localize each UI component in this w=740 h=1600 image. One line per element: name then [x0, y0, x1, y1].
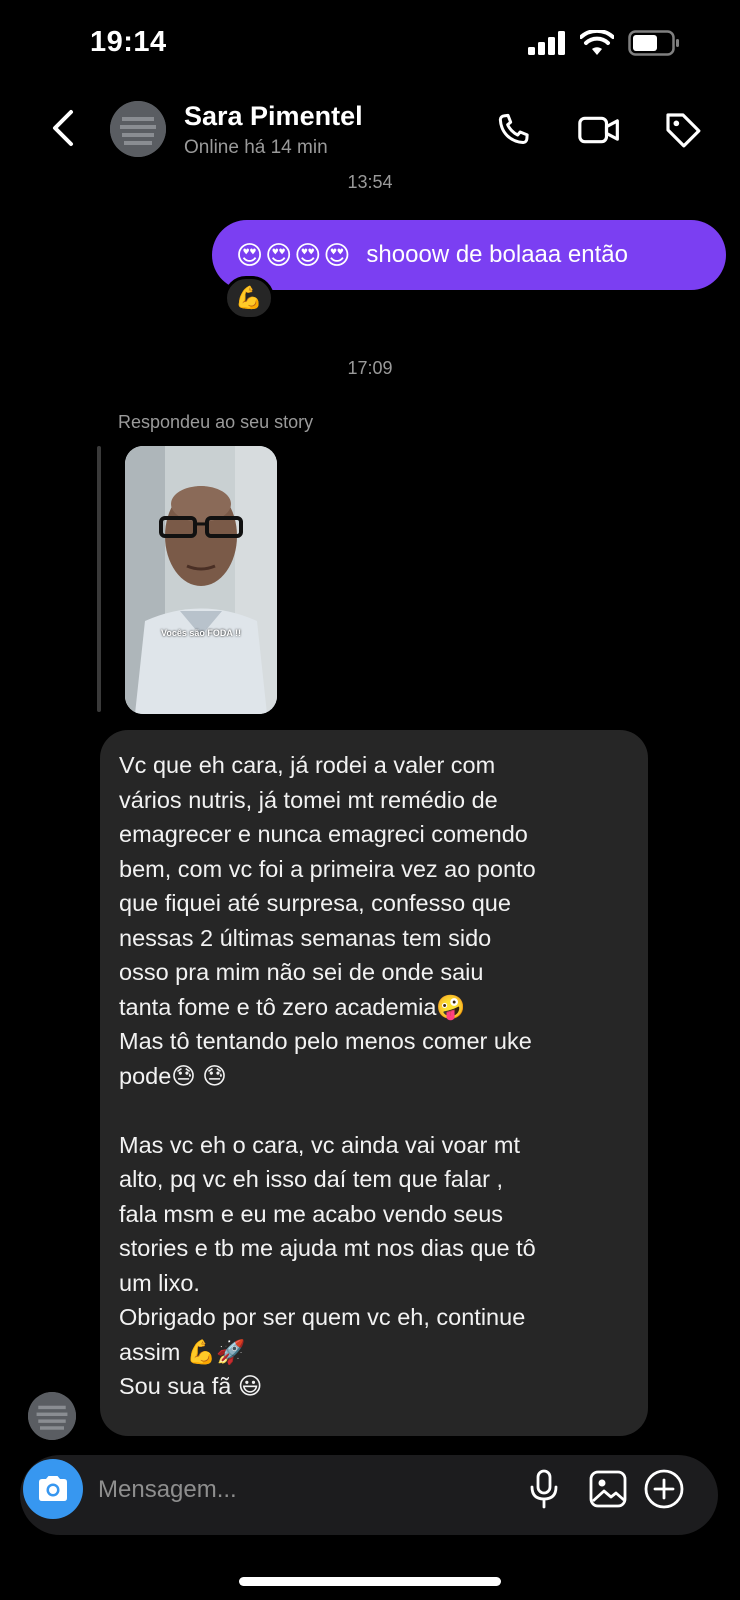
status-time: 19:14: [90, 26, 167, 58]
sender-avatar[interactable]: [28, 1392, 76, 1440]
camera-icon: [39, 1476, 67, 1501]
microphone-icon: [530, 1469, 558, 1509]
home-indicator[interactable]: [239, 1577, 501, 1586]
status-icons: [528, 28, 680, 61]
contact-avatar[interactable]: [110, 101, 166, 157]
contact-name[interactable]: Sara Pimentel: [184, 101, 363, 132]
phone-icon: [498, 113, 529, 144]
chat-header: Sara Pimentel Online há 14 min: [0, 95, 740, 170]
signal-icon: [528, 31, 566, 60]
gallery-button[interactable]: [584, 1465, 632, 1513]
incoming-message[interactable]: Vc que eh cara, já rodei a valer com vár…: [100, 730, 648, 1436]
story-person-image: [125, 446, 277, 714]
video-icon: [578, 116, 619, 144]
voice-message-button[interactable]: [520, 1465, 568, 1513]
story-thumbnail[interactable]: Vocês são FODA !!: [125, 446, 277, 714]
tag-icon: [666, 113, 701, 148]
camera-button[interactable]: [23, 1459, 83, 1519]
reply-indicator-bar: [97, 446, 101, 712]
video-call-button[interactable]: [576, 107, 622, 153]
message-timestamp: 13:54: [347, 172, 393, 192]
wifi-icon: [579, 28, 615, 61]
message-reaction[interactable]: 💪: [224, 276, 274, 320]
back-icon: [53, 110, 73, 146]
gallery-icon: [589, 1470, 627, 1508]
story-caption: Vocês são FODA !!: [160, 628, 241, 638]
outgoing-message[interactable]: 😍😍😍😍 shooow de bolaaa então: [212, 220, 726, 290]
message-input[interactable]: [98, 1469, 498, 1511]
tag-button[interactable]: [660, 107, 706, 153]
back-button[interactable]: [40, 103, 84, 153]
story-reply-label: Respondeu ao seu story: [118, 412, 314, 432]
add-icon: [644, 1469, 684, 1509]
status-bar: 19:14: [0, 0, 740, 90]
outgoing-text: shooow de bolaaa então: [366, 241, 628, 268]
outgoing-emojis: 😍😍😍😍: [236, 239, 353, 270]
battery-icon: [628, 30, 680, 61]
message-timestamp: 17:09: [347, 358, 393, 378]
message-composer: [20, 1455, 718, 1535]
call-button[interactable]: [490, 107, 536, 153]
add-button[interactable]: [640, 1465, 688, 1513]
contact-status: Online há 14 min: [184, 137, 328, 158]
